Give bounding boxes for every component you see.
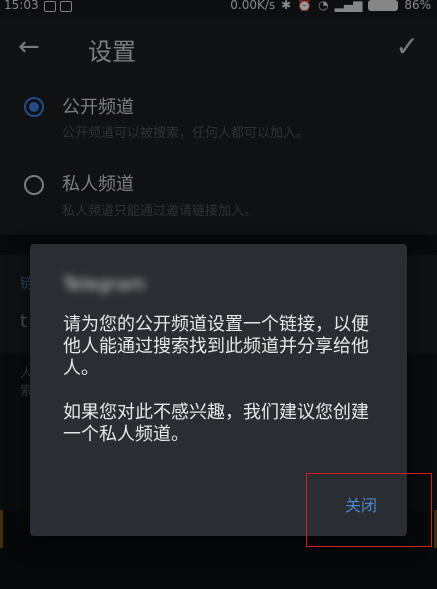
highlight-box <box>306 473 432 547</box>
dialog-title: Telegram <box>63 274 146 295</box>
dialog-message: 请为您的公开频道设置一个链接，以便他人能通过搜索找到此频道并分享给他人。 如果您… <box>63 314 369 445</box>
